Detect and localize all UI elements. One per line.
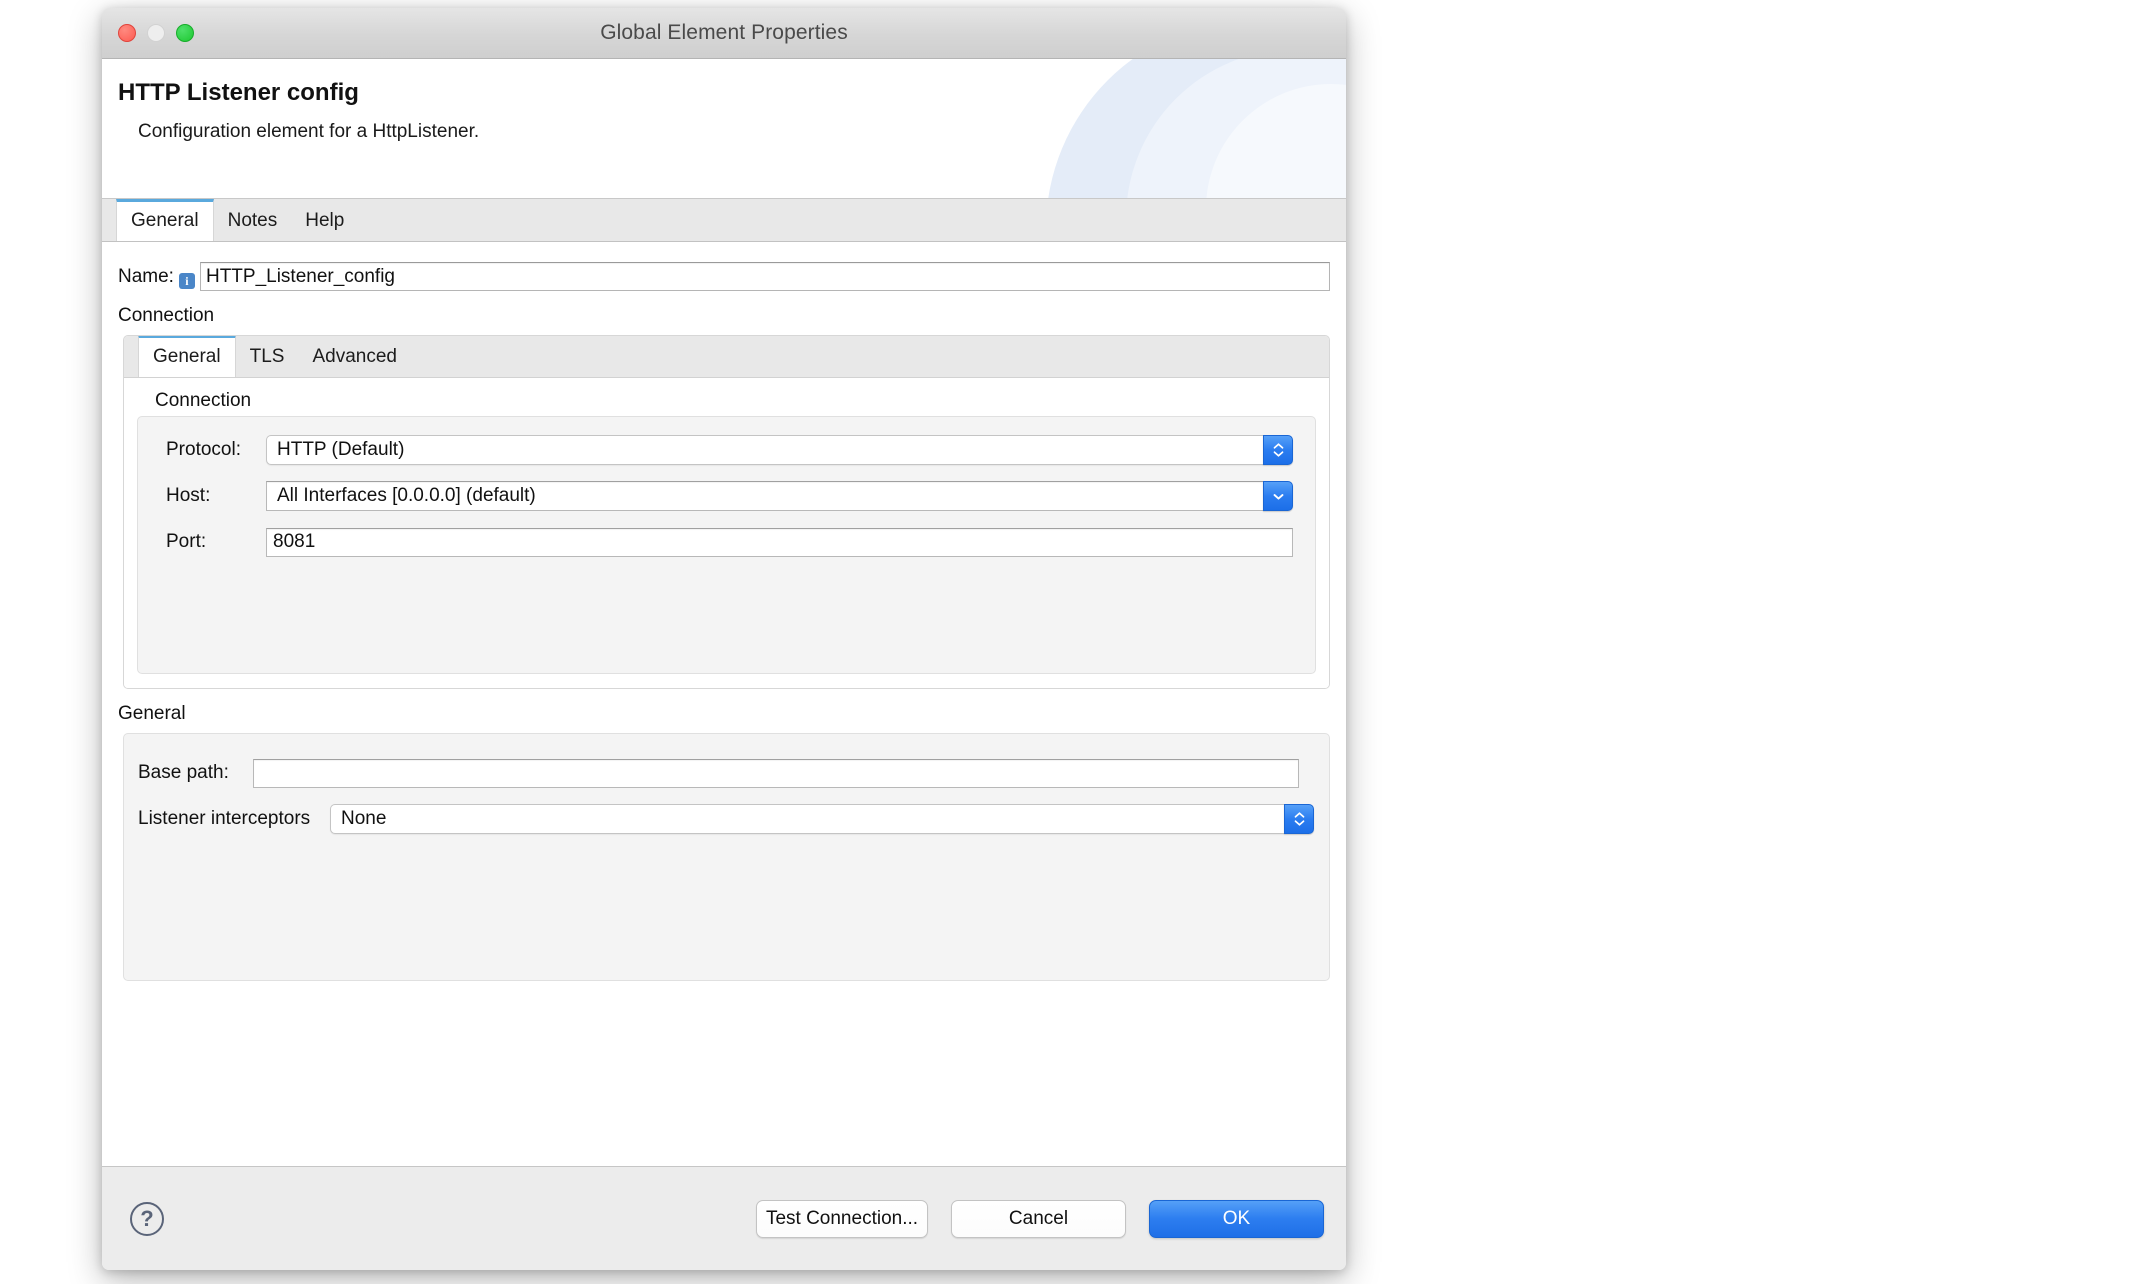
tab-general[interactable]: General	[116, 199, 214, 241]
dialog-header: HTTP Listener config Configuration eleme…	[102, 59, 1346, 199]
conn-tab-tls[interactable]: TLS	[236, 336, 299, 377]
listener-interceptors-value: None	[330, 804, 1284, 834]
page-subtitle: Configuration element for a HttpListener…	[138, 121, 480, 142]
dialog-body: Name: i Connection General TLS Advanced …	[102, 242, 1346, 1166]
name-input[interactable]	[199, 262, 1330, 291]
info-icon[interactable]: i	[178, 273, 195, 289]
connection-group: Protocol: HTTP (Default) Host: All Inter…	[137, 416, 1316, 674]
general-section-label: General	[118, 703, 186, 724]
connection-tab-content: Connection Protocol: HTTP (Default) Host…	[124, 378, 1329, 688]
general-group: Base path: Listener interceptors None	[123, 733, 1330, 981]
tab-notes[interactable]: Notes	[214, 199, 292, 241]
conn-tab-advanced[interactable]: Advanced	[298, 336, 411, 377]
protocol-row: Protocol: HTTP (Default)	[138, 427, 1315, 473]
base-path-row: Base path:	[124, 750, 1329, 796]
host-combobox[interactable]: All Interfaces [0.0.0.0] (default)	[266, 481, 1293, 511]
port-label: Port:	[166, 531, 207, 552]
chevron-up-down-icon[interactable]	[1263, 435, 1293, 465]
protocol-combobox[interactable]: HTTP (Default)	[266, 435, 1293, 465]
conn-tab-general[interactable]: General	[138, 336, 236, 377]
chevron-down-icon[interactable]	[1263, 481, 1293, 511]
outer-tab-bar: General Notes Help	[102, 199, 1346, 242]
name-label: Name:	[118, 265, 174, 287]
minimize-button[interactable]	[147, 24, 165, 42]
cancel-button[interactable]: Cancel	[951, 1199, 1126, 1238]
base-path-field	[253, 758, 1299, 788]
close-button[interactable]	[118, 24, 136, 42]
traffic-light-group	[118, 8, 194, 58]
window-titlebar: Global Element Properties	[102, 8, 1346, 59]
page-title: HTTP Listener config	[118, 79, 359, 106]
tab-help[interactable]: Help	[291, 199, 358, 241]
base-path-input[interactable]	[253, 758, 1299, 788]
global-element-properties-window: Global Element Properties HTTP Listener …	[102, 8, 1346, 1270]
connection-group-title: Connection	[155, 390, 252, 411]
decorative-arc-middle	[1126, 59, 1346, 198]
protocol-label: Protocol:	[166, 439, 241, 460]
host-row: Host: All Interfaces [0.0.0.0] (default)	[138, 473, 1315, 519]
name-row: Name: i	[118, 262, 1330, 291]
port-input[interactable]	[266, 527, 1293, 557]
base-path-label: Base path:	[138, 762, 229, 783]
listener-interceptors-row: Listener interceptors None	[124, 796, 1329, 842]
port-field	[266, 527, 1293, 557]
host-label: Host:	[166, 485, 211, 506]
protocol-value: HTTP (Default)	[266, 435, 1263, 465]
window-title: Global Element Properties	[600, 21, 848, 44]
footer-button-row: Test Connection... Cancel OK	[756, 1199, 1324, 1238]
decorative-arc-outer	[1046, 59, 1346, 198]
listener-interceptors-field: None	[330, 804, 1314, 834]
host-value: All Interfaces [0.0.0.0] (default)	[266, 481, 1263, 511]
chevron-up-down-icon[interactable]	[1284, 804, 1314, 834]
host-field: All Interfaces [0.0.0.0] (default)	[266, 481, 1293, 511]
listener-interceptors-label: Listener interceptors	[138, 808, 311, 829]
test-connection-button[interactable]: Test Connection...	[756, 1199, 928, 1238]
listener-interceptors-combobox[interactable]: None	[330, 804, 1314, 834]
help-icon[interactable]: ?	[130, 1201, 164, 1236]
connection-section-label: Connection	[118, 305, 215, 326]
connection-tab-bar: General TLS Advanced	[124, 336, 1329, 378]
ok-button[interactable]: OK	[1149, 1199, 1324, 1238]
zoom-button[interactable]	[176, 24, 194, 42]
decorative-arc-inner	[1206, 84, 1346, 198]
connection-panel: General TLS Advanced Connection Protocol…	[123, 335, 1330, 689]
protocol-field: HTTP (Default)	[266, 435, 1293, 465]
dialog-footer: ? Test Connection... Cancel OK	[102, 1166, 1346, 1270]
port-row: Port:	[138, 519, 1315, 565]
